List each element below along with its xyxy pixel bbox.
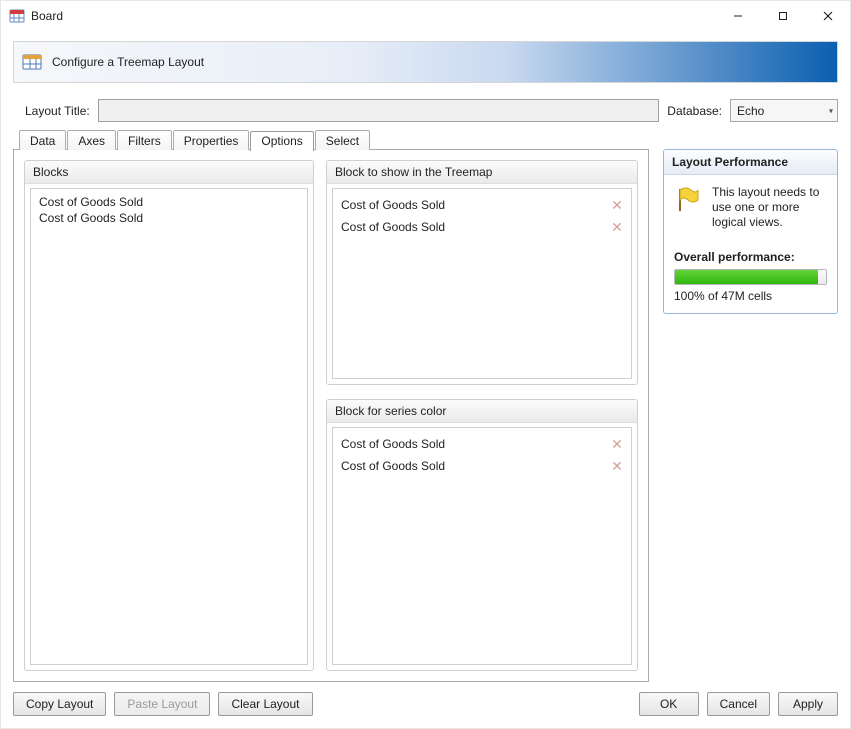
cancel-button[interactable]: Cancel (707, 692, 770, 716)
treemap-block-list[interactable]: Cost of Goods Sold ✕ Cost of Goods Sold … (332, 188, 632, 379)
list-item[interactable]: Cost of Goods Sold (39, 210, 299, 226)
performance-body: This layout needs to use one or more log… (664, 175, 837, 303)
minimize-button[interactable] (715, 1, 760, 31)
top-row: Layout Title: Database: Echo ▾ (25, 99, 838, 122)
database-label: Database: (667, 104, 722, 118)
series-color-list[interactable]: Cost of Goods Sold ✕ Cost of Goods Sold … (332, 427, 632, 665)
performance-warning: This layout needs to use one or more log… (674, 185, 827, 230)
apply-button[interactable]: Apply (778, 692, 838, 716)
tab-filters[interactable]: Filters (117, 130, 172, 150)
ok-button[interactable]: OK (639, 692, 699, 716)
titlebar: Board (1, 1, 850, 31)
content-panel: Blocks Cost of Goods Sold Cost of Goods … (13, 149, 649, 682)
blocks-column: Blocks Cost of Goods Sold Cost of Goods … (24, 160, 314, 671)
maximize-button[interactable] (760, 1, 805, 31)
tab-select[interactable]: Select (315, 130, 370, 150)
series-color-group: Block for series color Cost of Goods Sol… (326, 399, 638, 671)
footer: Copy Layout Paste Layout Clear Layout OK… (1, 682, 850, 728)
performance-warning-text: This layout needs to use one or more log… (712, 185, 827, 230)
banner: Configure a Treemap Layout (13, 41, 838, 83)
window: Board Configure a Treemap Layout (0, 0, 851, 729)
layout-title-label: Layout Title: (25, 104, 90, 118)
copy-layout-button[interactable]: Copy Layout (13, 692, 106, 716)
treemap-block-group: Block to show in the Treemap Cost of Goo… (326, 160, 638, 385)
performance-panel: Layout Performance This layout needs to … (663, 149, 838, 314)
list-item-label: Cost of Goods Sold (341, 220, 609, 234)
tab-data[interactable]: Data (19, 130, 66, 150)
list-item[interactable]: Cost of Goods Sold ✕ (333, 194, 631, 216)
performance-header: Layout Performance (664, 150, 837, 175)
database-combo-value: Echo (737, 104, 764, 118)
blocks-group-header: Blocks (25, 161, 313, 184)
overall-performance-label: Overall performance: (674, 250, 827, 264)
tab-options[interactable]: Options (250, 131, 313, 151)
tab-axes[interactable]: Axes (67, 130, 116, 150)
close-button[interactable] (805, 1, 850, 31)
chevron-down-icon: ▾ (829, 106, 833, 115)
layout-title-input[interactable] (98, 99, 660, 122)
performance-progress-bar (675, 270, 818, 284)
side-panel: Layout Performance This layout needs to … (663, 149, 838, 682)
database-combo[interactable]: Echo ▾ (730, 99, 838, 122)
list-item[interactable]: Cost of Goods Sold ✕ (333, 455, 631, 477)
delete-icon[interactable]: ✕ (609, 436, 625, 452)
tabstrip: Data Axes Filters Properties Options Sel… (19, 130, 650, 150)
tab-properties[interactable]: Properties (173, 130, 250, 150)
series-color-header: Block for series color (327, 400, 637, 423)
list-item[interactable]: Cost of Goods Sold ✕ (333, 216, 631, 238)
clear-layout-button[interactable]: Clear Layout (218, 692, 312, 716)
main-area: Blocks Cost of Goods Sold Cost of Goods … (13, 150, 838, 682)
delete-icon[interactable]: ✕ (609, 219, 625, 235)
treemap-block-header: Block to show in the Treemap (327, 161, 637, 184)
delete-icon[interactable]: ✕ (609, 197, 625, 213)
list-item[interactable]: Cost of Goods Sold ✕ (333, 433, 631, 455)
list-item[interactable]: Cost of Goods Sold (39, 194, 299, 210)
treemap-icon (22, 52, 42, 72)
right-column: Block to show in the Treemap Cost of Goo… (326, 160, 638, 671)
window-buttons (715, 1, 850, 31)
list-item-label: Cost of Goods Sold (341, 198, 609, 212)
delete-icon[interactable]: ✕ (609, 458, 625, 474)
overall-performance-text: 100% of 47M cells (674, 289, 827, 303)
list-item-label: Cost of Goods Sold (341, 437, 609, 451)
banner-text: Configure a Treemap Layout (52, 55, 204, 69)
blocks-list[interactable]: Cost of Goods Sold Cost of Goods Sold (30, 188, 308, 665)
list-item-label: Cost of Goods Sold (341, 459, 609, 473)
performance-progress (674, 269, 827, 285)
blocks-group: Blocks Cost of Goods Sold Cost of Goods … (24, 160, 314, 671)
flag-icon (674, 185, 702, 230)
app-icon (9, 8, 25, 24)
window-title: Board (31, 9, 715, 23)
paste-layout-button[interactable]: Paste Layout (114, 692, 210, 716)
